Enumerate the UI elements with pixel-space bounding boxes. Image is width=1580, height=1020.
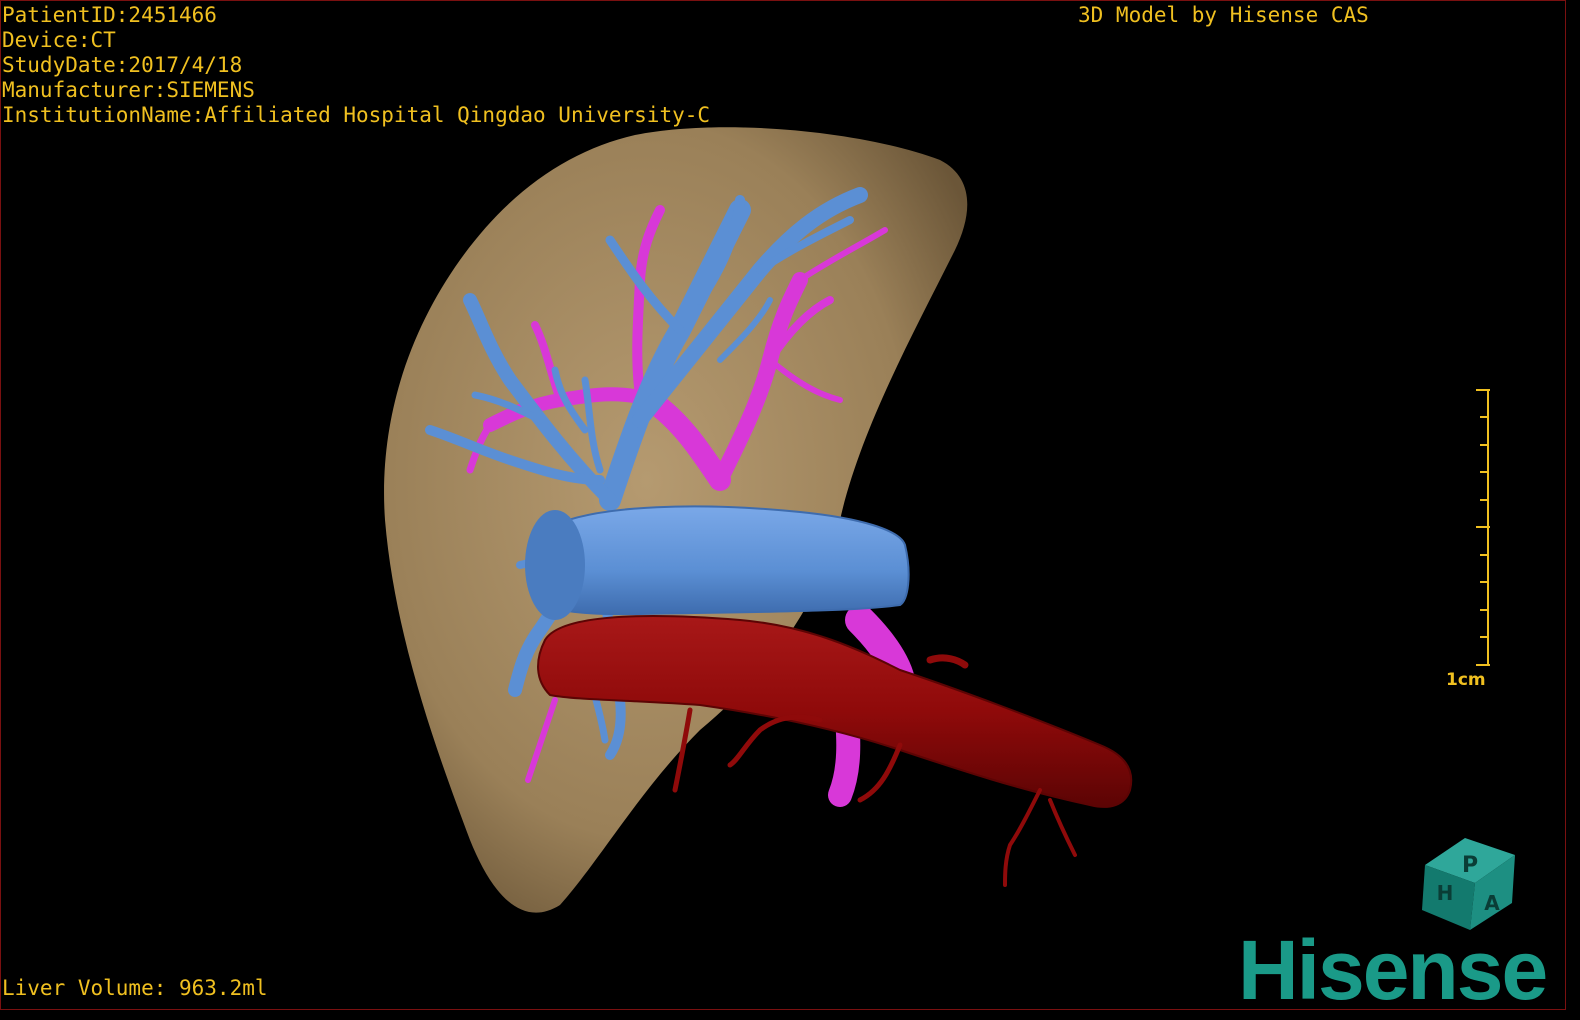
dicom-info-panel: PatientID:2451466 Device:CT StudyDate:2017… [2,3,710,128]
model-title: 3D Model by Hisense CAS [1078,3,1369,27]
study-date: StudyDate:2017/4/18 [2,53,243,77]
manufacturer: Manufacturer:SIEMENS [2,78,255,102]
scale-bar [1476,389,1490,666]
portal-vein-trunk[interactable] [525,505,910,620]
patient-id: PatientID:2451466 [2,3,217,27]
liver-volume: Liver Volume: 963.2ml [2,976,268,1000]
3d-model-viewport[interactable]: P H A [0,0,1580,1020]
cube-face-h: H [1437,881,1454,905]
device: Device:CT [2,28,116,52]
cube-face-a: A [1484,891,1500,915]
hisense-logo: Hisense [1238,923,1548,1017]
orientation-cube-icon[interactable]: P H A [1422,838,1515,930]
cube-face-p: P [1462,853,1478,878]
scale-bar-label: 1cm [1446,670,1486,690]
institution-name: InstitutionName:Affiliated Hospital Qing… [2,103,711,127]
